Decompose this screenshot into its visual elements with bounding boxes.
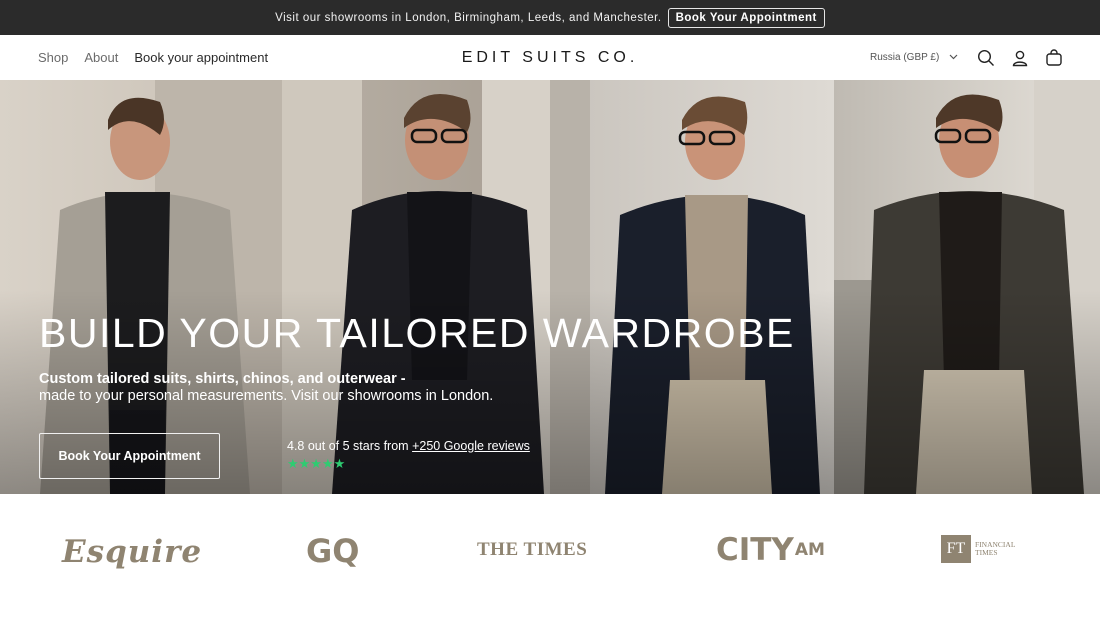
financial-times-logo: FT FINANCIAL TIMES [941, 535, 1035, 563]
hero-subtitle-line1: Custom tailored suits, shirts, chinos, a… [39, 371, 406, 387]
chevron-down-icon [949, 52, 958, 63]
brand-logo[interactable]: EDIT SUITS CO. [462, 49, 639, 67]
esquire-logo: Esquire [62, 534, 203, 570]
city-am-logo-city: CITY [716, 532, 794, 568]
header-icons [975, 35, 1065, 80]
city-am-logo: CITY AM [716, 532, 825, 568]
google-reviews-link[interactable]: +250 Google reviews [412, 439, 530, 453]
announcement-bar: Visit our showrooms in London, Birmingha… [0, 0, 1100, 35]
rating-text: 4.8 out of 5 stars from [287, 439, 409, 453]
site-header: Shop About Book your appointment EDIT SU… [0, 35, 1100, 80]
hero-subtitle-line2: made to your personal measurements. Visi… [39, 388, 494, 404]
currency-selector[interactable]: Russia (GBP £) [870, 35, 958, 80]
currency-label: Russia (GBP £) [870, 52, 940, 63]
main-nav: Shop About Book your appointment [38, 35, 268, 80]
announcement-book-button[interactable]: Book Your Appointment [667, 7, 825, 28]
nav-about-link[interactable]: About [84, 50, 118, 65]
search-icon[interactable] [975, 47, 997, 69]
nav-book-appointment-link[interactable]: Book your appointment [134, 50, 268, 65]
the-times-logo: THE TIMES [477, 539, 588, 560]
account-icon[interactable] [1009, 47, 1031, 69]
announcement-text: Visit our showrooms in London, Birmingha… [275, 11, 662, 24]
hero-title: BUILD YOUR TAILORED WARDROBE [39, 310, 795, 356]
rating-stars-icon: ★★★★★ [287, 456, 346, 471]
ft-logo-box: FT [941, 535, 971, 563]
hero-banner: BUILD YOUR TAILORED WARDROBE Custom tail… [0, 80, 1100, 494]
google-rating: 4.8 out of 5 stars from +250 Google revi… [287, 439, 530, 453]
city-am-logo-am: AM [794, 540, 825, 560]
press-logos: Esquire GQ THE TIMES CITY AM FT FINANCIAL… [0, 494, 1100, 619]
gq-logo: GQ [306, 532, 360, 570]
ft-logo-text: FINANCIAL TIMES [975, 540, 1016, 557]
cart-icon[interactable] [1043, 47, 1065, 69]
hero-book-appointment-button[interactable]: Book Your Appointment [39, 433, 220, 479]
nav-shop-link[interactable]: Shop [38, 50, 68, 65]
